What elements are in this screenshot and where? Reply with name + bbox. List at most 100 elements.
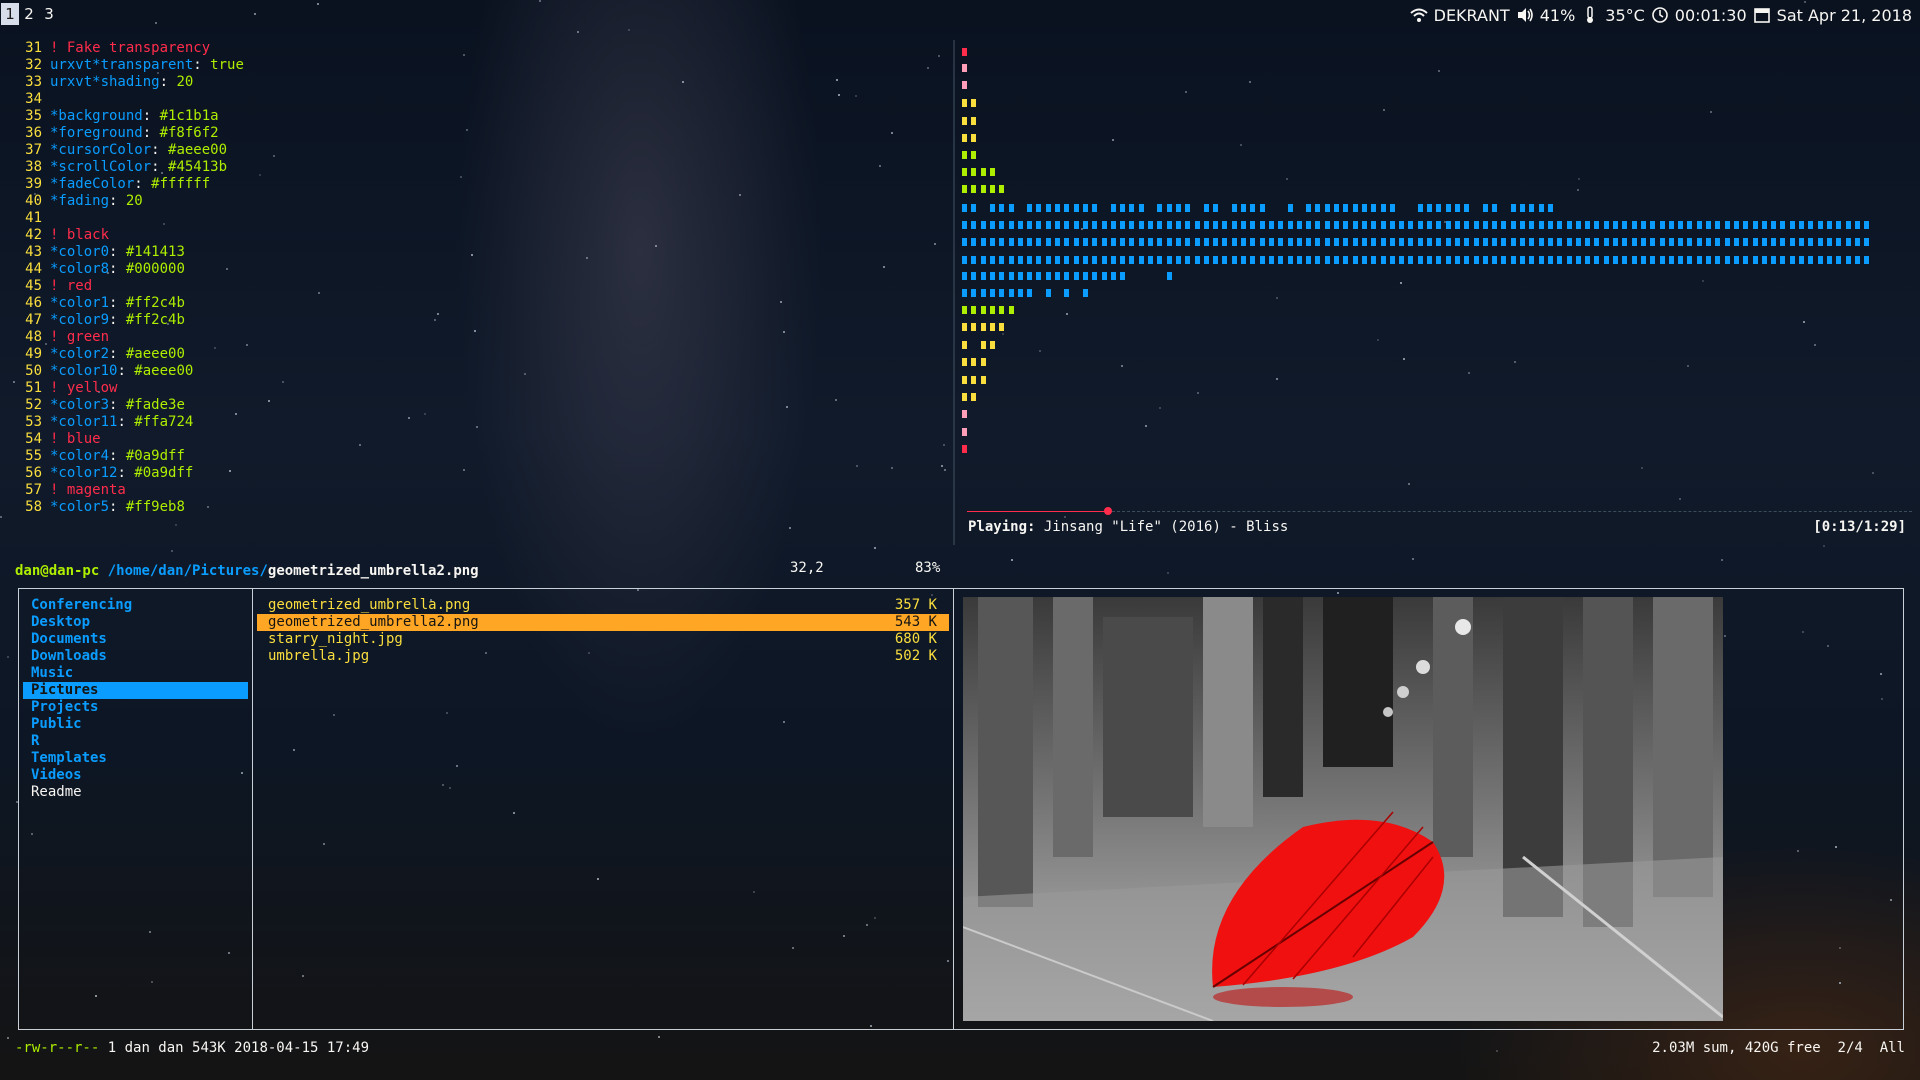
current-dir: /home/dan/Pictures/ (107, 563, 268, 579)
file-entry[interactable]: umbrella.jpg 502 K (257, 648, 949, 665)
visualizer-bar (1399, 221, 1405, 229)
dir-entry[interactable]: Downloads (23, 648, 248, 665)
visualizer-bar (1101, 221, 1107, 229)
visualizer-bar (1017, 289, 1023, 297)
visualizer-bar (1845, 256, 1851, 264)
visualizer-bar (1306, 204, 1312, 212)
visualizer-bar (1547, 256, 1553, 264)
visualizer-bar (1445, 204, 1451, 212)
visualizer-bar (1547, 204, 1553, 212)
track-time: [0:13/1:29] (1813, 519, 1906, 535)
visualizer-bar (1482, 204, 1488, 212)
workspace-3[interactable]: 3 (40, 3, 58, 25)
vim-editor[interactable]: 31 ! Fake transparency 32 urxvt*transparent… (0, 40, 952, 576)
visualizer-bar (1808, 256, 1814, 264)
dir-entry[interactable]: Pictures (23, 682, 248, 699)
visualizer-bar (1733, 256, 1739, 264)
file-entry[interactable]: geometrized_umbrella2.png 543 K (257, 614, 949, 631)
dir-entry[interactable]: Documents (23, 631, 248, 648)
line-number: 48 (25, 329, 42, 345)
line-number: 53 (25, 414, 42, 430)
file-manager[interactable]: dan@dan-pc /home/dan/Pictures/geometrize… (13, 560, 1909, 1070)
visualizer-bar (962, 64, 967, 72)
visualizer-bar (1073, 272, 1079, 280)
line-number: 51 (25, 380, 42, 396)
visualizer-bar (1203, 238, 1209, 246)
dir-entry[interactable]: Projects (23, 699, 248, 716)
visualizer-bar (1445, 238, 1451, 246)
visualizer-bar (962, 393, 967, 401)
visualizer-bar (1120, 238, 1126, 246)
resource-value: #45413b (168, 159, 228, 175)
visualizer-bar (1231, 256, 1237, 264)
resource-key: *color8 (50, 261, 110, 277)
line-number: 31 (25, 40, 42, 56)
dir-entry[interactable]: Videos (23, 767, 248, 784)
file-entry[interactable]: Readme (23, 784, 248, 801)
visualizer-bar (1687, 256, 1693, 264)
resource-key: *color5 (50, 499, 110, 515)
visualizer-bar (1864, 238, 1870, 246)
dir-entry[interactable]: Desktop (23, 614, 248, 631)
visualizer-bar (1622, 221, 1628, 229)
progress-handle[interactable] (1104, 507, 1112, 515)
visualizer-bar (1454, 221, 1460, 229)
visualizer-bar (1473, 256, 1479, 264)
file-entry[interactable]: geometrized_umbrella.png 357 K (257, 597, 949, 614)
visualizer-bar (1110, 221, 1116, 229)
visualizer-bar (1110, 272, 1116, 280)
visualizer-bar (1640, 221, 1646, 229)
visualizer-bar (1752, 238, 1758, 246)
visualizer-bar (1352, 204, 1358, 212)
dir-entry[interactable]: Public (23, 716, 248, 733)
dir-entry[interactable]: R (23, 733, 248, 750)
visualizer-bar (1594, 221, 1600, 229)
comment-text: ! magenta (50, 482, 126, 498)
dir-entry[interactable]: Music (23, 665, 248, 682)
visualizer-bar (989, 168, 995, 176)
visualizer-bar (1501, 221, 1507, 229)
visualizer-bar (1715, 256, 1721, 264)
star (1064, 516, 1066, 518)
visualizer-bar (1120, 221, 1126, 229)
visualizer-bar (1064, 272, 1070, 280)
visualizer-bar (1743, 238, 1749, 246)
visualizer-bar (1529, 204, 1535, 212)
visualizer-bar (1008, 289, 1014, 297)
visualizer-bar (1389, 238, 1395, 246)
visualizer-bar (1268, 221, 1274, 229)
editor-line: 37 *cursorColor: #aeee00 (0, 142, 952, 159)
dir-entry[interactable]: Templates (23, 750, 248, 767)
visualizer-bar (1334, 221, 1339, 229)
workspace-1[interactable]: 1 (1, 3, 19, 25)
visualizer-bar (1696, 238, 1702, 246)
visualizer-bar (1445, 221, 1451, 229)
visualizer-bar (1315, 238, 1321, 246)
file-name: umbrella.jpg (268, 648, 370, 664)
visualizer-bar (1055, 221, 1060, 229)
resource-value: #ff2c4b (125, 295, 185, 311)
visualizer-bar (1027, 256, 1033, 264)
visualizer-bar (1780, 238, 1786, 246)
visualizer-bar (1175, 221, 1181, 229)
visualizer-bar (1817, 256, 1823, 264)
visualizer-bar (1650, 238, 1656, 246)
visualizer-bar (971, 134, 977, 142)
file-entry[interactable]: starry_night.jpg 680 K (257, 631, 949, 648)
visualizer-bar (962, 168, 967, 176)
visualizer-bar (1594, 238, 1600, 246)
now-playing: Playing: Jinsang "Life" (2016) - Bliss (968, 519, 1288, 536)
visualizer-bar (999, 289, 1005, 297)
workspace-2[interactable]: 2 (20, 3, 38, 25)
visualizer-bar (989, 289, 995, 297)
visualizer-bar (1771, 238, 1777, 246)
visualizer-bar (1836, 221, 1842, 229)
file-size: 502 K (894, 648, 937, 664)
dir-entry[interactable]: Conferencing (23, 597, 248, 614)
visualizer-bar (1743, 221, 1749, 229)
resource-key: *background (50, 108, 143, 124)
volume-icon (1516, 6, 1534, 24)
line-number: 57 (25, 482, 42, 498)
visualizer-bar (1241, 238, 1246, 246)
visualizer-bar (1315, 221, 1321, 229)
